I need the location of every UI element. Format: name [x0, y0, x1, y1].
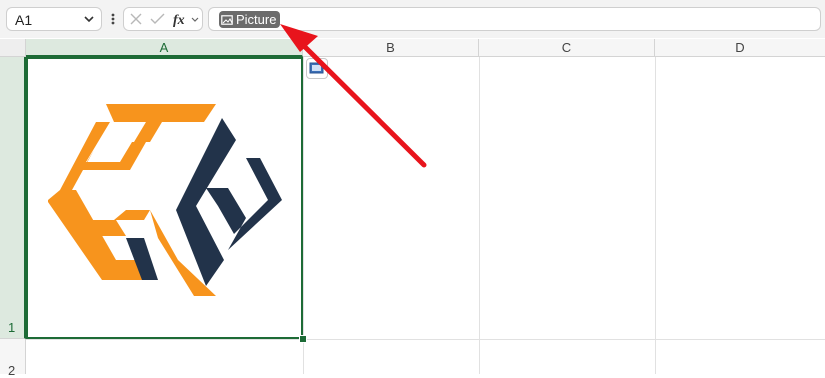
column-header-c[interactable]: C: [479, 39, 655, 57]
picture-chip-label: Picture: [236, 12, 277, 27]
enter-check-icon[interactable]: [150, 12, 165, 26]
gridline: [479, 57, 480, 374]
cancel-icon[interactable]: [129, 12, 143, 26]
name-box-value: A1: [15, 12, 33, 28]
gridline: [26, 339, 825, 340]
gridline: [303, 57, 304, 374]
formula-input[interactable]: Picture: [208, 7, 821, 31]
image-options-button[interactable]: [306, 58, 328, 79]
chevron-down-icon[interactable]: [190, 15, 200, 25]
column-header-d[interactable]: D: [655, 39, 825, 57]
column-header-a[interactable]: A: [26, 39, 303, 57]
row-number: 1: [8, 320, 16, 335]
chevron-down-icon[interactable]: [83, 13, 95, 25]
image-icon: [309, 62, 324, 74]
picture-chip: Picture: [219, 11, 281, 28]
htg-logo-picture[interactable]: [46, 100, 284, 300]
select-all-corner[interactable]: [0, 39, 26, 57]
picture-icon: [221, 14, 233, 25]
svg-text:fx: fx: [173, 13, 185, 27]
formula-controls: fx: [123, 7, 203, 31]
column-header-b[interactable]: B: [303, 39, 479, 57]
gridline: [655, 57, 656, 374]
insert-function-icon[interactable]: fx: [172, 11, 188, 27]
name-box[interactable]: A1: [6, 7, 102, 31]
row-header-1[interactable]: 1: [0, 57, 26, 339]
row-header-2[interactable]: 2: [0, 339, 26, 378]
more-options-icon[interactable]: [108, 10, 118, 28]
fill-handle[interactable]: [299, 335, 307, 343]
row-number: 2: [8, 363, 16, 378]
formula-bar-area: A1 fx Picture: [0, 0, 825, 38]
